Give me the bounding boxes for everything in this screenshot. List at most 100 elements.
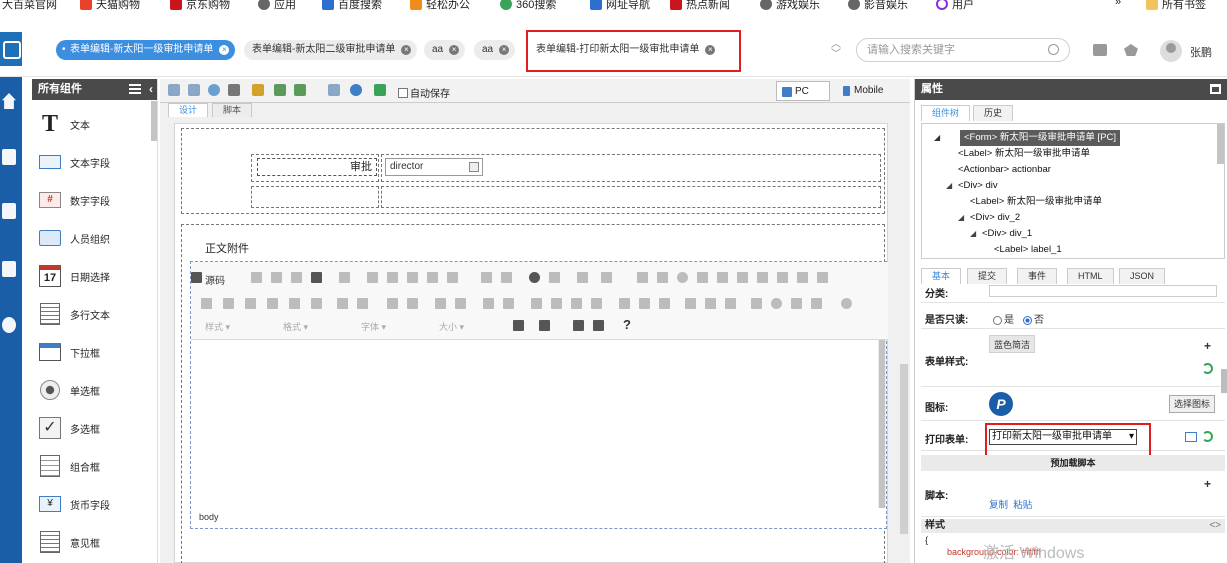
checkbox-tool-icon[interactable] (657, 272, 668, 283)
new-page-icon[interactable] (271, 272, 282, 283)
copy-icon[interactable] (387, 272, 398, 283)
bold-icon[interactable] (201, 298, 212, 309)
code-icon[interactable]: <> (1209, 519, 1221, 533)
text-color-icon[interactable] (513, 320, 524, 331)
bookmark-item[interactable]: 轻松办公 (410, 0, 470, 12)
bullet-list-icon[interactable] (407, 298, 418, 309)
bg-color-icon[interactable] (539, 320, 550, 331)
settings-icon[interactable] (2, 317, 16, 333)
autosave-checkbox[interactable]: 自动保存 (398, 85, 450, 100)
unlink-icon[interactable] (705, 298, 716, 309)
category-input[interactable] (989, 285, 1217, 297)
print-doc-icon[interactable] (311, 272, 322, 283)
preview-icon[interactable] (291, 272, 302, 283)
bookmark-item[interactable]: 热点新闻 (670, 0, 730, 12)
paste-text-icon[interactable] (427, 272, 438, 283)
import-icon[interactable] (274, 84, 286, 96)
view-pc-button[interactable]: PC (776, 81, 830, 101)
bookmarks-more-button[interactable]: » (1115, 0, 1121, 8)
tab-submit[interactable]: 提交 (967, 268, 1008, 284)
checkbox-box[interactable] (398, 87, 408, 98)
cut-icon[interactable] (367, 272, 378, 283)
textfield-tool-icon[interactable] (697, 272, 708, 283)
bookmark-item[interactable]: 影音娱乐 (848, 0, 908, 12)
italic-icon[interactable] (223, 298, 234, 309)
form-icon[interactable] (637, 272, 648, 283)
bookmark-item[interactable]: 大百菜官网 (2, 0, 57, 12)
replace-icon[interactable] (549, 272, 560, 283)
grid-list-icon[interactable] (1185, 432, 1197, 442)
size-combo[interactable]: 大小 ▾ (439, 320, 464, 333)
select-tool-icon[interactable] (737, 272, 748, 283)
readonly-yes-option[interactable]: 是 (993, 311, 1014, 326)
paste-word-icon[interactable] (447, 272, 458, 283)
numbered-list-icon[interactable] (387, 298, 398, 309)
templates-icon[interactable] (339, 272, 350, 283)
format-combo[interactable]: 格式 ▾ (283, 320, 308, 333)
source-button[interactable]: 源码 (205, 272, 225, 287)
expand-triangle-icon[interactable]: ◢ (934, 130, 940, 146)
remove-format-icon[interactable] (357, 298, 368, 309)
sort-arrows-icon[interactable]: ︿ ﹀ (830, 40, 842, 62)
flash-tool-icon[interactable] (817, 272, 828, 283)
indent-icon[interactable] (455, 298, 466, 309)
readonly-no-option[interactable]: 否 (1023, 311, 1044, 326)
person-picker-icon[interactable] (469, 162, 479, 172)
rte-path-body[interactable]: body (199, 512, 219, 522)
tab-design[interactable]: 设计 (168, 103, 209, 117)
button-tool-icon[interactable] (757, 272, 768, 283)
select-icon-button[interactable]: 选择图标 (1168, 395, 1215, 413)
search-input[interactable]: 请输入搜索关键字 (856, 38, 1070, 62)
chevron-left-icon[interactable]: ‹ (149, 79, 153, 100)
component-text[interactable]: T 文本 (38, 109, 90, 139)
calendar-nav-icon[interactable] (2, 261, 16, 277)
publish-icon[interactable] (374, 84, 386, 96)
bookmark-item[interactable]: 用户 (936, 0, 974, 12)
scrollbar[interactable] (151, 101, 157, 141)
underline-icon[interactable] (245, 298, 256, 309)
spellcheck-icon[interactable] (601, 272, 612, 283)
component-date-picker[interactable]: 17 日期选择 (38, 261, 110, 291)
tab-history[interactable]: 历史 (973, 105, 1014, 121)
wand-icon[interactable] (252, 84, 264, 96)
save-icon[interactable] (168, 84, 180, 96)
table-icon[interactable] (791, 298, 802, 309)
search-icon[interactable] (1048, 44, 1059, 55)
copy-link[interactable]: 复制 (989, 500, 1008, 511)
component-opinion-box[interactable]: 意见框 (38, 527, 100, 557)
save-as-icon[interactable] (188, 84, 200, 96)
redo-icon[interactable] (501, 272, 512, 283)
save-doc-icon[interactable] (251, 272, 262, 283)
close-icon[interactable]: × (499, 45, 510, 55)
justify-icon[interactable] (591, 298, 602, 309)
align-center-icon[interactable] (551, 298, 562, 309)
add-icon[interactable]: + (1204, 477, 1211, 491)
refresh-icon[interactable] (1202, 363, 1213, 374)
tab-form-level2[interactable]: 表单编辑-新太阳二级审批申请单 × (244, 40, 418, 60)
ltr-icon[interactable] (619, 298, 630, 309)
view-mobile-button[interactable]: Mobile (836, 81, 893, 101)
layout-icon[interactable] (328, 84, 340, 96)
link-icon[interactable] (685, 298, 696, 309)
component-radio[interactable]: 单选框 (38, 375, 100, 405)
about-help-icon[interactable]: ? (623, 317, 631, 332)
font-combo[interactable]: 字体 ▾ (361, 320, 386, 333)
subscript-icon[interactable] (289, 298, 300, 309)
component-person-org[interactable]: 人员组织 (38, 223, 110, 253)
refresh-icon[interactable] (1202, 431, 1213, 442)
source-icon[interactable] (191, 272, 202, 283)
bookmark-item[interactable]: 应用 (258, 0, 296, 12)
outdent-icon[interactable] (435, 298, 446, 309)
tab-component-tree[interactable]: 组件树 (921, 105, 971, 121)
form-style-value[interactable]: 蓝色简洁 (989, 335, 1036, 353)
app-logo-icon[interactable] (0, 32, 22, 66)
bookmark-item[interactable]: 天猫购物 (80, 0, 140, 12)
tree-node[interactable]: <Label> 新太阳一级审批申请单 (970, 194, 1102, 210)
tab-aa-1[interactable]: aa × (424, 40, 466, 60)
expand-triangle-icon[interactable]: ◢ (946, 178, 952, 194)
blockquote-icon[interactable] (483, 298, 494, 309)
approver-field[interactable]: director (385, 158, 483, 176)
image-button-tool-icon[interactable] (777, 272, 788, 283)
bookmark-item[interactable]: 百度搜索 (322, 0, 382, 12)
copy-format-icon[interactable] (337, 298, 348, 309)
